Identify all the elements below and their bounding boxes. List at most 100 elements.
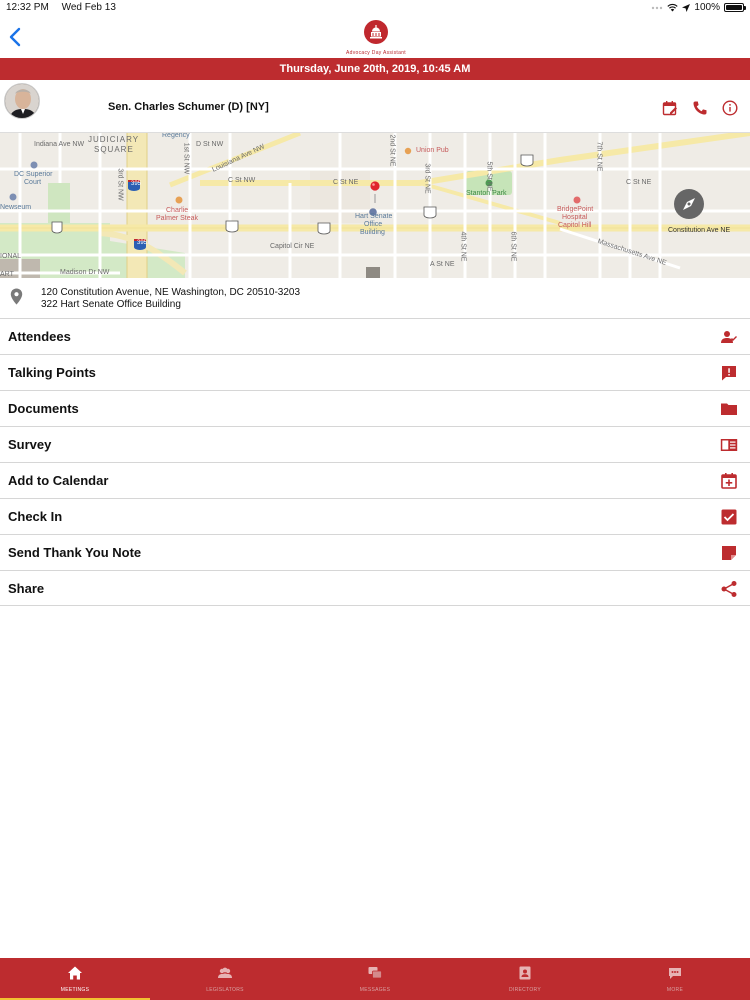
map-label-3rd-st: 3rd St NW: [116, 168, 124, 201]
map-label-a-st-ne: A St NE: [430, 261, 455, 268]
menu-item-add-to-calendar[interactable]: Add to Calendar: [0, 462, 750, 498]
map-label-judiciary: JUDICIARY: [88, 135, 140, 144]
map-label-i395-1: 395: [131, 181, 142, 187]
menu-item-label: Share: [8, 581, 45, 596]
portrait-image: [5, 84, 39, 118]
share-icon: [721, 581, 737, 597]
location-map[interactable]: Regency JUDICIARY SQUARE Indiana Ave NW …: [0, 132, 750, 278]
attendees-icon: [721, 331, 737, 343]
map-label-1st-st: 1st St NW: [182, 142, 190, 175]
map-label-square: SQUARE: [94, 145, 134, 154]
map-label-6th-st-ne: 6th St NE: [509, 231, 517, 262]
tab-label: DIRECTORY: [509, 987, 541, 993]
map-label-charlie-2: Palmer Steak: [156, 215, 199, 222]
status-time: 12:32 PM: [6, 2, 49, 13]
legislator-header: Sen. Charles Schumer (D) [NY]: [0, 80, 750, 132]
map-label-madison: Madison Dr NW: [60, 269, 110, 276]
capitol-logo-icon: [364, 20, 388, 44]
map-label-indiana: Indiana Ave NW: [34, 141, 85, 148]
menu-item-label: Add to Calendar: [8, 473, 109, 488]
menu-item-documents[interactable]: Documents: [0, 390, 750, 426]
map-label-hart-3: Building: [360, 229, 385, 236]
people-icon: [218, 967, 232, 978]
map-label-charlie-1: Charlie: [166, 207, 189, 214]
menu-item-attendees[interactable]: Attendees: [0, 318, 750, 354]
map-label-d-st: D St NW: [196, 141, 224, 148]
map-label-c-st-ne-1: C St NE: [333, 179, 359, 186]
nav-bar: Advocacy Day Assistant: [0, 16, 750, 58]
map-label-regency: Regency: [162, 132, 190, 139]
legislator-avatar[interactable]: [4, 83, 40, 119]
status-date: Wed Feb 13: [61, 2, 116, 13]
calendar-add-icon: [721, 473, 737, 489]
compass-icon: [683, 198, 695, 210]
folder-icon: [721, 403, 737, 415]
tab-label: MESSAGES: [359, 987, 391, 993]
map-label-constitution: Constitution Ave NE: [668, 227, 731, 234]
logo-text: Advocacy Day Assistant: [346, 50, 406, 56]
map-label-bridgepoint-2: Hospital: [562, 214, 588, 221]
talking-points-icon: [722, 366, 736, 381]
battery-icon: [724, 3, 746, 12]
map-label-5th-st-ne: 5th St NE: [485, 161, 493, 192]
menu-item-survey[interactable]: Survey: [0, 426, 750, 462]
checkbox-icon: [721, 509, 737, 525]
messages-icon: [368, 967, 382, 979]
menu-item-label: Attendees: [8, 329, 71, 344]
survey-icon: [720, 439, 738, 451]
map-label-national: IONAL: [0, 253, 22, 260]
app-root: 12:32 PM Wed Feb 13 100% Advocacy Day As…: [0, 0, 750, 1000]
legislator-actions: [662, 100, 738, 116]
map-label-hart-2: Office: [364, 221, 383, 228]
schedule-edit-icon[interactable]: [662, 100, 678, 116]
map-label-2nd-st-ne: 2nd St NE: [388, 134, 396, 167]
more-icon: [669, 968, 681, 979]
menu-item-send-thank-you-note[interactable]: Send Thank You Note: [0, 534, 750, 570]
map-label-capitol-cir: Capitol Cir NE: [270, 243, 315, 250]
back-chevron-icon[interactable]: [6, 25, 26, 49]
map-label-c-st-nw: C St NW: [228, 177, 256, 184]
menu-item-label: Check In: [8, 509, 63, 524]
location-arrow-icon: [682, 3, 691, 12]
wifi-icon: [667, 3, 679, 12]
menu-item-label: Talking Points: [8, 365, 96, 380]
tab-label: LEGISLATORS: [206, 987, 244, 993]
bottom-tab-bar: MEETINGS LEGISLATORS MESSAGES DIRECTORY …: [0, 958, 750, 1000]
address-line-2: 322 Hart Senate Office Building: [41, 299, 181, 310]
tab-meetings[interactable]: MEETINGS: [0, 958, 150, 1000]
legislator-name: Sen. Charles Schumer (D) [NY]: [108, 101, 269, 113]
tab-label: MORE: [666, 987, 684, 993]
tab-label: MEETINGS: [60, 987, 90, 993]
app-logo: Advocacy Day Assistant: [341, 20, 411, 56]
menu-item-label: Send Thank You Note: [8, 545, 142, 560]
map-label-bridgepoint-3: Capitol Hill: [558, 222, 592, 229]
tab-directory[interactable]: DIRECTORY: [450, 958, 600, 1000]
map-label-i395-2: 395: [137, 240, 148, 246]
map-label-3rd-st-ne: 3rd St NE: [423, 163, 431, 194]
menu-item-label: Documents: [8, 401, 79, 416]
battery-percent: 100%: [694, 2, 720, 13]
map-label-hart-1: Hart Senate: [355, 213, 393, 220]
home-icon: [68, 966, 82, 980]
map-label-union-pub: Union Pub: [416, 147, 449, 154]
map-label-court: Court: [24, 179, 42, 186]
map-label-4th-st-ne: 4th St NE: [459, 231, 467, 262]
status-bar: 12:32 PM Wed Feb 13 100%: [0, 0, 750, 16]
meeting-address[interactable]: 120 Constitution Avenue, NE Washington, …: [0, 280, 750, 318]
menu-item-talking-points[interactable]: Talking Points: [0, 354, 750, 390]
tab-more[interactable]: MORE: [600, 958, 750, 1000]
info-icon[interactable]: [722, 100, 738, 116]
map-label-7th-st-ne: 7th St NE: [595, 141, 603, 172]
map-label-c-st-ne-2: C St NE: [626, 179, 652, 186]
tab-messages[interactable]: MESSAGES: [300, 958, 450, 1000]
phone-icon[interactable]: [692, 100, 708, 116]
meeting-date-banner: Thursday, June 20th, 2019, 10:45 AM: [0, 58, 750, 80]
menu-item-label: Survey: [8, 437, 52, 452]
compass-button[interactable]: [674, 189, 704, 219]
note-icon: [722, 546, 736, 560]
signal-icon: [652, 6, 663, 9]
menu-item-check-in[interactable]: Check In: [0, 498, 750, 534]
menu-item-share[interactable]: Share: [0, 570, 750, 606]
location-pin-icon: [10, 288, 23, 305]
tab-legislators[interactable]: LEGISLATORS: [150, 958, 300, 1000]
